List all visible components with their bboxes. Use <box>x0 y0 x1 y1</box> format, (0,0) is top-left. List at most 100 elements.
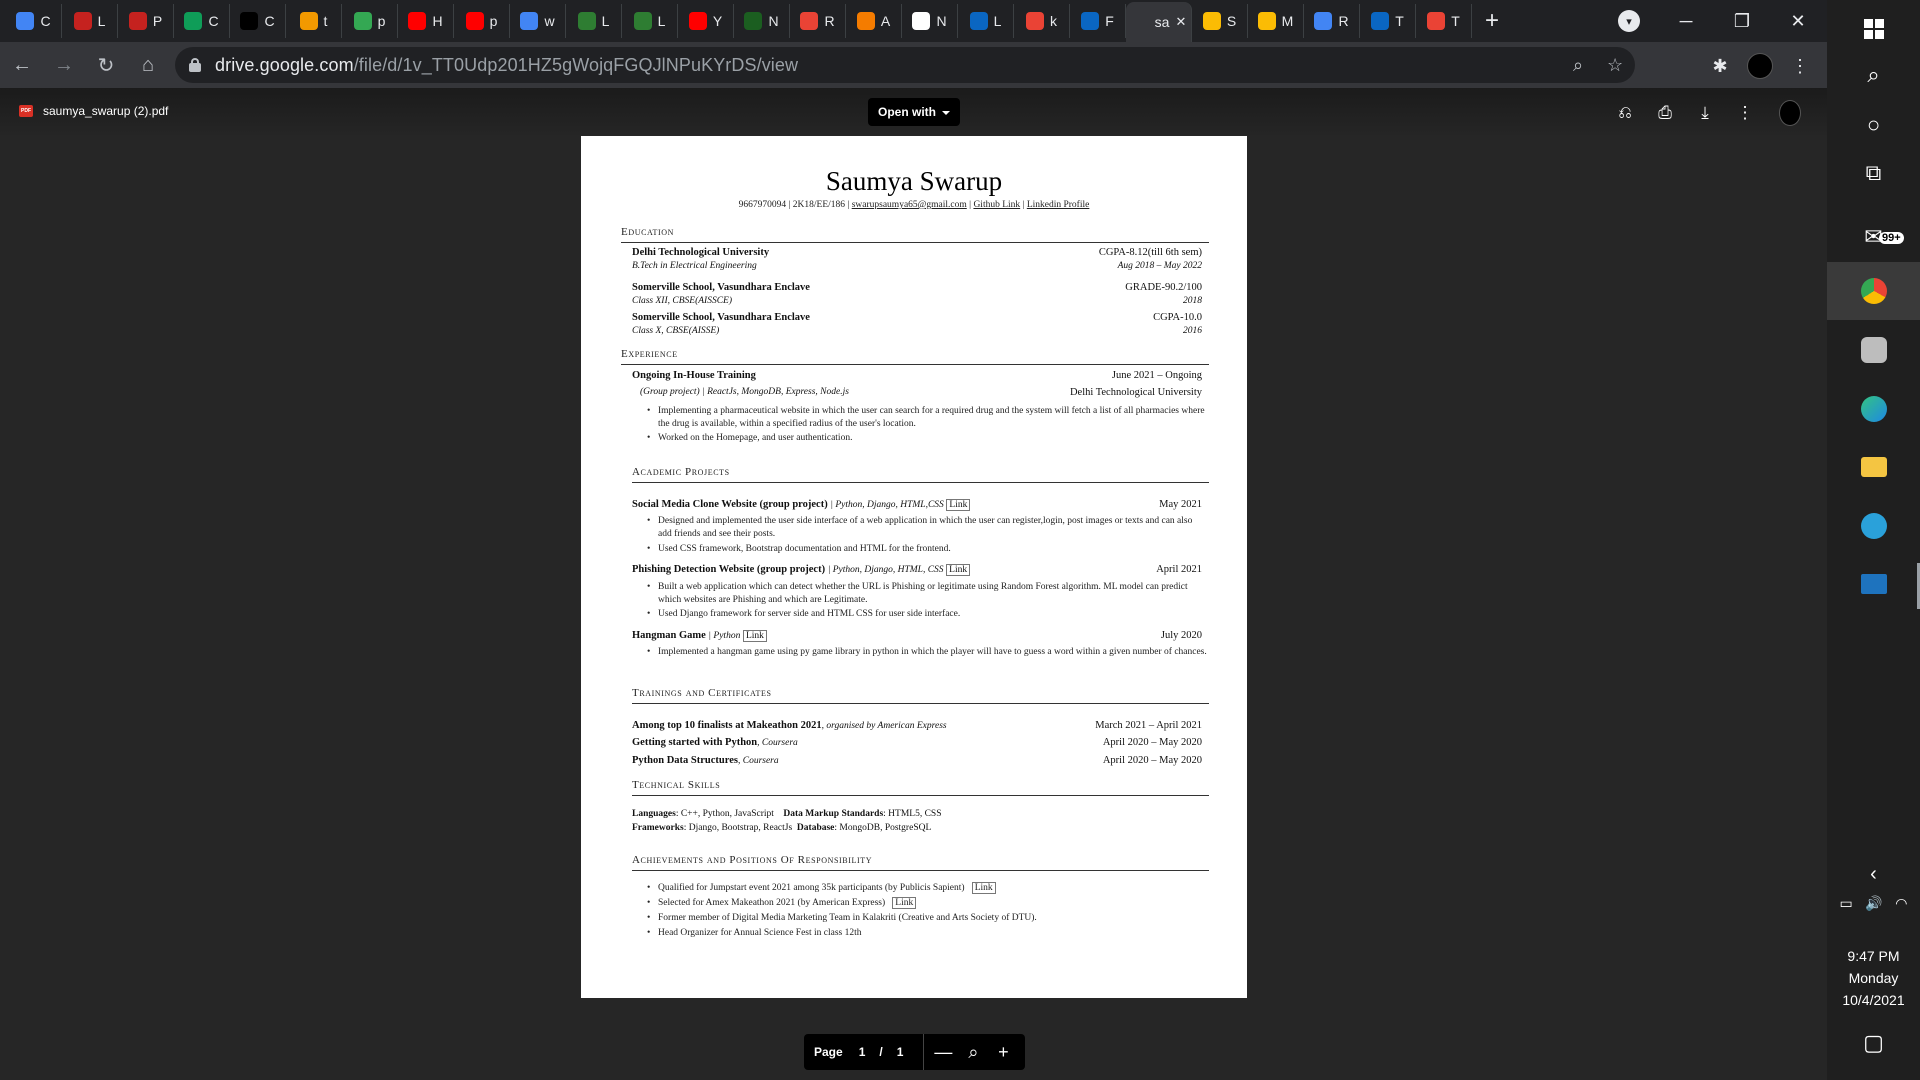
tab-title: C <box>40 13 51 29</box>
edge-app-icon[interactable] <box>1827 380 1920 438</box>
page-current-input[interactable]: 1 <box>859 1045 866 1059</box>
edu-score: GRADE-90.2/100 <box>1125 282 1202 293</box>
home-icon[interactable]: ⌂ <box>128 47 168 83</box>
project-date: July 2020 <box>1160 630 1202 641</box>
tab-favicon-icon <box>744 12 763 30</box>
github-link[interactable]: Github Link <box>973 200 1020 210</box>
tab-favicon-icon <box>1026 12 1044 30</box>
tab-title: L <box>97 13 106 29</box>
browser-tab[interactable]: C <box>6 4 62 38</box>
project-tech: | Python, Django, HTML,CSS <box>830 500 944 510</box>
minimize-button[interactable]: ─ <box>1658 0 1714 42</box>
browser-tab[interactable]: S <box>1192 4 1248 38</box>
database-app-icon[interactable] <box>1827 321 1920 379</box>
browser-tab[interactable]: M <box>1248 4 1304 38</box>
section-achievements-title: Achievements and Positions Of Responsibi… <box>632 854 873 866</box>
tab-close-icon[interactable]: ✕ <box>1175 14 1186 30</box>
add-to-drive-icon[interactable]: ⎌ <box>1614 102 1636 124</box>
browser-tab[interactable]: k <box>1014 4 1070 38</box>
notifications-icon[interactable]: ▢ <box>1827 1014 1920 1072</box>
project-link[interactable]: Link <box>946 499 971 511</box>
browser-tab[interactable]: R <box>1304 4 1360 38</box>
zoom-icon[interactable]: ⌕ <box>1573 55 1583 76</box>
pdf-page: Saumya Swarup 9667970094 | 2K18/EE/186 |… <box>581 136 1247 998</box>
reload-icon[interactable]: ↻ <box>86 47 126 83</box>
edu-score: CGPA-8.12(till 6th sem) <box>1098 247 1202 258</box>
browser-tab[interactable]: F <box>1070 4 1126 38</box>
edu-degree: Class XII, CBSE(AISSCE) <box>632 296 733 306</box>
linkedin-link[interactable]: Linkedin Profile <box>1027 200 1090 210</box>
browser-tab[interactable]: N <box>734 4 790 38</box>
more-options-icon[interactable]: ⋮ <box>1734 102 1756 124</box>
account-avatar[interactable] <box>1779 100 1801 126</box>
download-icon[interactable]: ⤓ <box>1694 102 1716 124</box>
browser-tab[interactable]: C <box>174 4 230 38</box>
browser-tab[interactable]: A <box>846 4 902 38</box>
skills-languages: Languages: C++, Python, JavaScript Data … <box>632 809 942 819</box>
browser-tab[interactable]: C <box>230 4 286 38</box>
project-link[interactable]: Link <box>742 630 767 642</box>
browser-tab[interactable]: L <box>958 4 1014 38</box>
bookmark-star-icon[interactable]: ☆ <box>1607 55 1623 76</box>
close-window-button[interactable]: ✕ <box>1770 0 1826 42</box>
browser-tab[interactable]: H <box>398 4 454 38</box>
browser-tab[interactable]: L <box>622 4 678 38</box>
clock[interactable]: 9:47 PM Monday 10/4/2021 <box>1827 945 1920 1011</box>
url-text[interactable]: drive.google.com/file/d/1v_TT0Udp201HZ5g… <box>215 55 798 76</box>
news-app-icon[interactable] <box>1827 555 1920 613</box>
browser-tab[interactable]: p <box>454 4 510 38</box>
tab-strip: C L P C Ct p Hp w L L Y N R A N Lk Fsa ✕ S M R T T + <box>0 0 1827 42</box>
task-view-icon[interactable]: ⧉ <box>1827 144 1920 202</box>
tab-title: p <box>377 13 386 29</box>
restore-button[interactable]: ❐ <box>1714 0 1770 42</box>
mail-app-icon[interactable]: ✉ 99+ <box>1827 208 1920 266</box>
profile-avatar[interactable] <box>1744 52 1776 80</box>
list-item: Former member of Digital Media Marketing… <box>647 912 1037 925</box>
achievement-link[interactable]: Link <box>892 897 917 909</box>
browser-tab[interactable]: L <box>566 4 622 38</box>
achievement-link[interactable]: Link <box>971 882 996 894</box>
extensions-icon[interactable]: ✱ <box>1704 52 1736 80</box>
volume-icon[interactable]: 🔊 <box>1865 895 1882 912</box>
browser-tab[interactable]: P <box>118 4 174 38</box>
browser-tab[interactable]: L <box>62 4 118 38</box>
windows-taskbar: ⌕ ○ ⧉ ✉ 99+ ‹ ▭ 🔊 ◠ 9:47 PM Monday 10/4/2… <box>1827 0 1920 1080</box>
chrome-menu-icon[interactable]: ⋮ <box>1784 52 1816 80</box>
browser-tab[interactable]: R <box>790 4 846 38</box>
forward-icon[interactable]: → <box>44 47 84 83</box>
tab-title: w <box>544 13 555 29</box>
tab-favicon-icon <box>16 12 35 30</box>
browser-tab[interactable]: sa ✕ <box>1126 2 1192 42</box>
print-icon[interactable]: ⎙ <box>1654 102 1676 124</box>
wifi-icon[interactable]: ◠ <box>1895 895 1907 912</box>
browser-tab[interactable]: T <box>1360 4 1416 38</box>
lock-icon[interactable] <box>189 58 201 72</box>
zoom-in-button[interactable]: + <box>988 1042 1018 1063</box>
section-experience-title: Experience <box>621 348 678 360</box>
tab-search-icon[interactable]: ▾ <box>1618 10 1640 32</box>
browser-tab[interactable]: t <box>286 4 342 38</box>
chrome-app-icon[interactable] <box>1827 262 1920 320</box>
edu-school: Somerville School, Vasundhara Enclave <box>632 282 810 293</box>
page-total: 1 <box>896 1045 904 1059</box>
section-rule <box>632 703 1209 704</box>
telegram-app-icon[interactable] <box>1827 497 1920 555</box>
browser-tab[interactable]: w <box>510 4 566 38</box>
zoom-out-button[interactable]: — <box>928 1042 958 1063</box>
address-bar[interactable]: drive.google.com/file/d/1v_TT0Udp201HZ5g… <box>175 47 1635 83</box>
browser-tab[interactable]: Y <box>678 4 734 38</box>
clock-date: 10/4/2021 <box>1842 992 1905 1008</box>
browser-tab[interactable]: T <box>1416 4 1472 38</box>
file-name: saumya_swarup (2).pdf <box>43 104 169 118</box>
chevron-up-icon[interactable]: ‹ <box>1827 856 1920 892</box>
browser-tab[interactable]: p <box>342 4 398 38</box>
new-tab-button[interactable]: + <box>1472 4 1512 38</box>
browser-tab[interactable]: N <box>902 4 958 38</box>
battery-icon[interactable]: ▭ <box>1840 895 1853 912</box>
email-link[interactable]: swarupsaumya65@gmail.com <box>852 200 967 210</box>
project-link[interactable]: Link <box>946 564 971 576</box>
back-icon[interactable]: ← <box>2 47 42 83</box>
open-with-button[interactable]: Open with <box>868 98 960 126</box>
file-explorer-icon[interactable] <box>1827 438 1920 496</box>
tab-title: Y <box>712 13 723 29</box>
